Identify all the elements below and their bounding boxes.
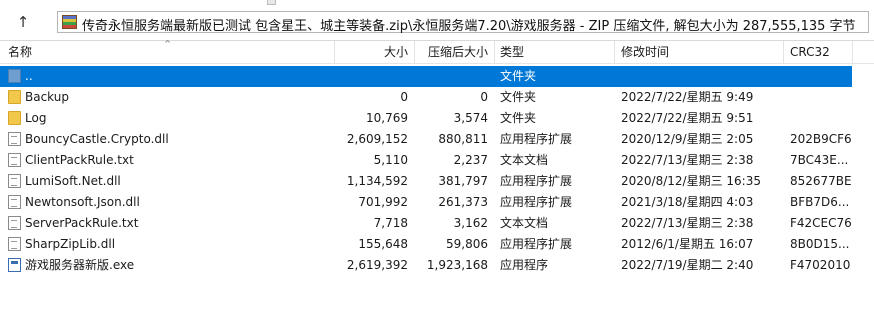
file-crc: BFB7D6... <box>790 195 850 209</box>
file-modified: 2020/8/12/星期三 16:35 <box>621 174 761 188</box>
file-name: 游戏服务器新版.exe <box>25 258 135 272</box>
file-crc: F42CEC76 <box>790 216 852 230</box>
file-name: ClientPackRule.txt <box>25 153 134 167</box>
column-divider[interactable] <box>494 41 495 63</box>
file-type: 文件夹 <box>500 111 537 125</box>
file-size: 7,718 <box>373 216 408 230</box>
file-crc: 852677BE <box>790 174 852 188</box>
column-header-modified[interactable]: 修改时间 <box>621 41 669 63</box>
file-modified: 2012/6/1/星期五 16:07 <box>621 237 754 251</box>
file-row[interactable]: Log 10,769 3,574 文件夹 2022/7/22/星期五 9:51 <box>0 108 874 129</box>
file-row[interactable]: Newtonsoft.Json.dll 701,992 261,373 应用程序… <box>0 192 874 213</box>
file-type: 文件夹 <box>500 69 537 83</box>
column-header-name[interactable]: 名称 <box>8 41 32 63</box>
file-name: .. <box>25 69 33 83</box>
exe-file-icon <box>8 258 21 272</box>
file-type: 文件夹 <box>500 90 537 104</box>
dll-file-icon <box>8 195 21 209</box>
file-list-header: ⌃ 名称 大小 压缩后大小 类型 修改时间 CRC32 <box>0 38 874 64</box>
archive-path-text: 传奇永恒服务端最新版已测试 包含星王、城主等装备.zip\永恒服务端7.20\游… <box>82 19 856 34</box>
file-row[interactable]: BouncyCastle.Crypto.dll 2,609,152 880,81… <box>0 129 874 150</box>
file-modified: 2022/7/19/星期二 2:40 <box>621 258 754 272</box>
column-divider[interactable] <box>334 41 335 63</box>
file-packed-size: 3,162 <box>453 216 488 230</box>
file-packed-size: 3,574 <box>453 111 488 125</box>
column-divider[interactable] <box>614 41 615 63</box>
file-size: 5,110 <box>373 153 408 167</box>
winrar-archive-icon <box>62 15 77 29</box>
file-row[interactable]: Backup 0 0 文件夹 2022/7/22/星期五 9:49 <box>0 87 874 108</box>
file-type: 应用程序扩展 <box>500 174 573 188</box>
parent-folder-icon <box>8 69 21 83</box>
file-name: Backup <box>25 90 69 104</box>
file-modified: 2021/3/18/星期四 4:03 <box>621 195 754 209</box>
file-row[interactable]: ServerPackRule.txt 7,718 3,162 文本文档 2022… <box>0 213 874 234</box>
file-packed-size: 381,797 <box>438 174 488 188</box>
file-crc: F4702010 <box>790 258 851 272</box>
column-divider[interactable] <box>414 41 415 63</box>
file-name: Newtonsoft.Json.dll <box>25 195 140 209</box>
file-crc: 202B9CF6 <box>790 132 852 146</box>
file-size: 155,648 <box>358 237 408 251</box>
file-name: Log <box>25 111 47 125</box>
file-row[interactable]: SharpZipLib.dll 155,648 59,806 应用程序扩展 20… <box>0 234 874 255</box>
column-header-packed[interactable]: 压缩后大小 <box>428 41 488 63</box>
file-modified: 2022/7/22/星期五 9:49 <box>621 90 754 104</box>
file-modified: 2020/12/9/星期三 2:05 <box>621 132 754 146</box>
file-row-parent[interactable]: .. 文件夹 <box>0 66 874 87</box>
file-packed-size: 261,373 <box>438 195 488 209</box>
folder-icon <box>8 90 21 104</box>
file-type: 文本文档 <box>500 216 549 230</box>
file-packed-size: 1,923,168 <box>426 258 488 272</box>
file-type: 应用程序扩展 <box>500 132 573 146</box>
folder-icon <box>8 111 21 125</box>
column-header-size[interactable]: 大小 <box>384 41 408 63</box>
file-size: 0 <box>400 90 408 104</box>
collapse-grip-icon[interactable] <box>267 0 276 5</box>
file-row[interactable]: LumiSoft.Net.dll 1,134,592 381,797 应用程序扩… <box>0 171 874 192</box>
file-modified: 2022/7/22/星期五 9:51 <box>621 111 754 125</box>
file-modified: 2022/7/13/星期三 2:38 <box>621 153 754 167</box>
archive-path-field[interactable]: 传奇永恒服务端最新版已测试 包含星王、城主等装备.zip\永恒服务端7.20\游… <box>57 11 869 34</box>
file-type: 应用程序扩展 <box>500 195 573 209</box>
file-crc: 7BC43E... <box>790 153 849 167</box>
sort-chevron-up-icon: ⌃ <box>163 38 173 51</box>
file-name: LumiSoft.Net.dll <box>25 174 121 188</box>
file-name: BouncyCastle.Crypto.dll <box>25 132 169 146</box>
file-crc: 8B0D15... <box>790 237 850 251</box>
dll-file-icon <box>8 237 21 251</box>
text-file-icon <box>8 153 21 167</box>
file-packed-size: 880,811 <box>438 132 488 146</box>
file-size: 2,619,392 <box>346 258 408 272</box>
file-row[interactable]: 游戏服务器新版.exe 2,619,392 1,923,168 应用程序 202… <box>0 255 874 276</box>
file-size: 2,609,152 <box>346 132 408 146</box>
text-file-icon <box>8 216 21 230</box>
dll-file-icon <box>8 132 21 146</box>
file-size: 10,769 <box>366 111 408 125</box>
selection-highlight <box>0 66 852 87</box>
dll-file-icon <box>8 174 21 188</box>
file-modified: 2022/7/13/星期三 2:38 <box>621 216 754 230</box>
arrow-up-icon[interactable]: ↑ <box>10 11 36 33</box>
file-name: SharpZipLib.dll <box>25 237 116 251</box>
top-strip <box>0 0 874 6</box>
column-divider[interactable] <box>783 41 784 63</box>
file-size: 701,992 <box>358 195 408 209</box>
file-packed-size: 2,237 <box>453 153 488 167</box>
file-type: 文本文档 <box>500 153 549 167</box>
file-row[interactable]: ClientPackRule.txt 5,110 2,237 文本文档 2022… <box>0 150 874 171</box>
column-divider[interactable] <box>852 41 853 63</box>
file-type: 应用程序 <box>500 258 549 272</box>
file-name: ServerPackRule.txt <box>25 216 139 230</box>
column-header-crc[interactable]: CRC32 <box>790 41 830 63</box>
file-type: 应用程序扩展 <box>500 237 573 251</box>
path-bar: ↑ 传奇永恒服务端最新版已测试 包含星王、城主等装备.zip\永恒服务端7.20… <box>0 7 874 37</box>
column-header-type[interactable]: 类型 <box>500 41 524 63</box>
file-packed-size: 0 <box>480 90 488 104</box>
file-size: 1,134,592 <box>346 174 408 188</box>
file-packed-size: 59,806 <box>446 237 488 251</box>
